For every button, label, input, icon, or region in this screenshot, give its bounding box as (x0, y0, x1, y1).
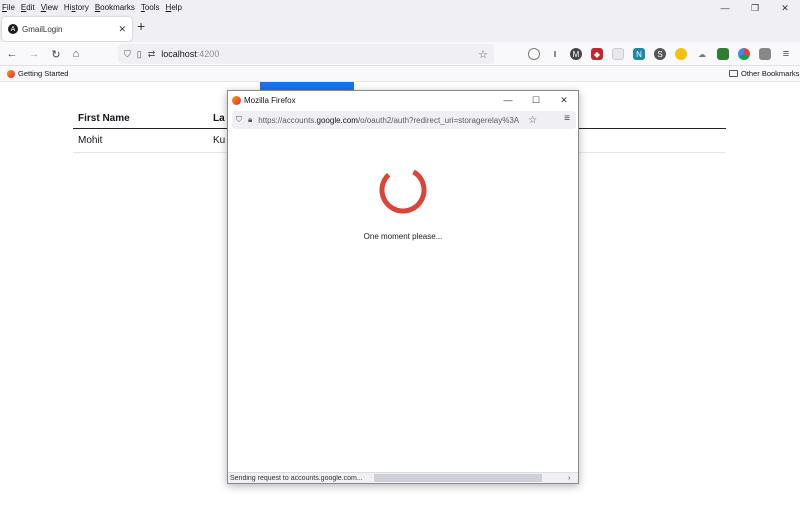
popup-url-bar[interactable]: ⛉ 🔒︎ https://accounts.google.com/o/oauth… (232, 111, 576, 129)
bookmark-star-icon[interactable]: ☆ (528, 115, 537, 126)
home-button[interactable]: ⌂ (68, 46, 84, 62)
library-icon[interactable]: ‖ (549, 48, 561, 60)
cell-first-name: Mohit (78, 135, 103, 146)
back-button[interactable]: ← (4, 46, 20, 62)
popup-title-bar: Mozilla Firefox — ☐ ✕ (228, 91, 578, 109)
url-port: :4200 (196, 49, 220, 59)
bookmarks-bar: Getting Started Other Bookmarks (0, 66, 800, 82)
extension-moon-icon[interactable] (675, 48, 687, 60)
url-bar[interactable]: ⛉ ▯ ⇄ localhost:4200 ☆ (118, 44, 494, 64)
url-host: localhost (161, 49, 197, 59)
oauth-popup-window: Mozilla Firefox — ☐ ✕ ⛉ 🔒︎ https://accou… (227, 90, 579, 484)
popup-close-button[interactable]: ✕ (550, 95, 578, 106)
shield-icon[interactable]: ⛉ (236, 115, 242, 125)
folder-icon (729, 70, 738, 77)
loading-spinner-icon (379, 166, 427, 214)
extension-n-icon[interactable]: N (633, 48, 645, 60)
firefox-icon (7, 69, 15, 78)
popup-status-bar: Sending request to accounts.google.com..… (228, 472, 578, 483)
extension-green-icon[interactable] (717, 48, 729, 60)
extension-cloud-icon[interactable]: ☁ (696, 48, 708, 60)
permissions-icon[interactable]: ⇄ (148, 49, 156, 60)
forward-button[interactable]: → (26, 46, 42, 62)
bookmark-getting-started[interactable]: Getting Started (7, 69, 68, 78)
menu-help[interactable]: Help (166, 3, 182, 12)
menu-bookmarks[interactable]: Bookmarks (95, 3, 135, 12)
menu-tools[interactable]: Tools (141, 3, 160, 12)
popup-title: Mozilla Firefox (244, 95, 296, 105)
menu-history[interactable]: History (64, 3, 89, 12)
header-first-name: First Name (78, 112, 130, 124)
tab-title: GmailLogin (22, 24, 63, 34)
bookmark-star-icon[interactable]: ☆ (478, 48, 488, 61)
page-icon[interactable]: ▯ (137, 49, 142, 60)
ublock-icon[interactable]: ◆ (591, 48, 603, 60)
scroll-right-arrow-icon[interactable]: › (568, 475, 570, 482)
extension-gray-icon[interactable] (759, 48, 771, 60)
app-menu-icon[interactable]: ≡ (780, 48, 792, 60)
tab-strip: A GmailLogin ✕ + (0, 14, 800, 42)
loading-text: One moment please... (363, 232, 443, 241)
tab-gmaillogin[interactable]: A GmailLogin ✕ (2, 17, 132, 41)
popup-minimize-button[interactable]: — (494, 95, 522, 105)
shield-icon[interactable]: ⛉ (124, 49, 131, 60)
extension-blank-icon[interactable] (612, 48, 624, 60)
angular-icon: A (8, 24, 18, 34)
pocket-icon[interactable] (528, 48, 540, 60)
bookmark-label: Other Bookmarks (741, 69, 800, 78)
navigation-bar: ← → ↻ ⌂ ⛉ ▯ ⇄ localhost:4200 ☆ ‖ M ◆ N S… (0, 42, 800, 66)
new-tab-button[interactable]: + (137, 18, 145, 34)
popup-maximize-button[interactable]: ☐ (522, 95, 550, 106)
horizontal-scrollbar[interactable] (374, 474, 542, 482)
menu-edit[interactable]: Edit (21, 3, 35, 12)
popup-url-text: https://accounts.google.com/o/oauth2/aut… (258, 115, 520, 125)
extension-s-icon[interactable]: S (654, 48, 666, 60)
extension-color-icon[interactable] (738, 48, 750, 60)
menu-bar: File Edit View History Bookmarks Tools H… (0, 0, 800, 14)
popup-menu-icon[interactable]: ≡ (564, 113, 570, 124)
menu-view[interactable]: View (41, 3, 58, 12)
lock-icon[interactable]: 🔒︎ (248, 115, 252, 125)
menu-file[interactable]: File (2, 3, 15, 12)
extension-m-icon[interactable]: M (570, 48, 582, 60)
bookmark-label: Getting Started (18, 69, 69, 78)
reload-button[interactable]: ↻ (48, 46, 64, 62)
close-tab-icon[interactable]: ✕ (118, 24, 126, 35)
bookmark-other[interactable]: Other Bookmarks (729, 69, 799, 78)
firefox-icon (232, 95, 241, 105)
status-text: Sending request to accounts.google.com..… (230, 474, 363, 482)
